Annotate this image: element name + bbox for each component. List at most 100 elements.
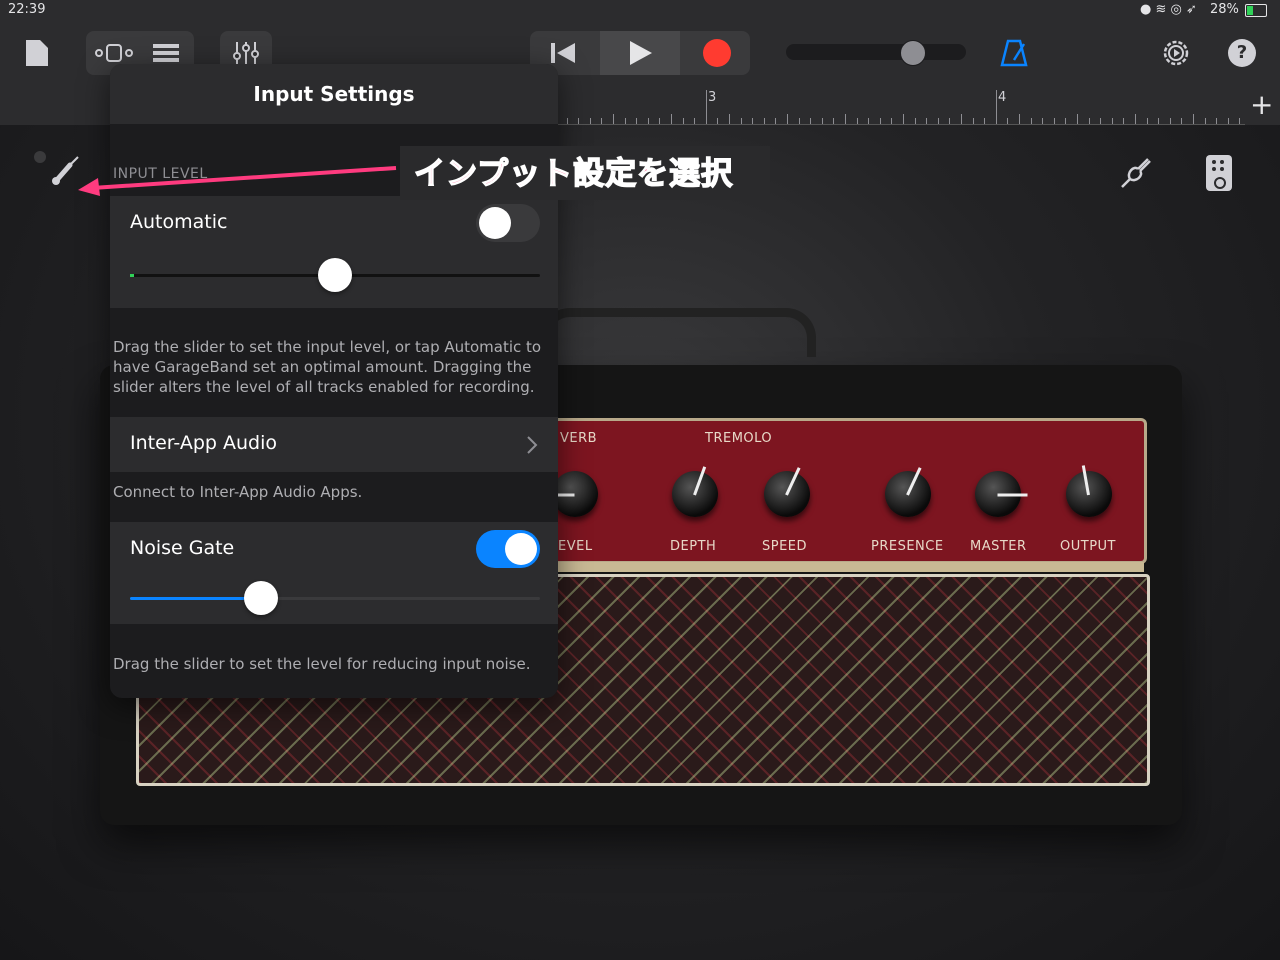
amp-handle [540, 308, 816, 357]
gear-icon [1163, 40, 1189, 66]
ruler-tick [1042, 118, 1044, 124]
status-time: 22:39 [8, 2, 46, 17]
battery-percent: 28% [1210, 2, 1239, 17]
ruler-tick [659, 118, 661, 124]
metronome-button[interactable] [996, 31, 1032, 75]
ruler-tick [879, 118, 881, 124]
pedal-dots [1212, 160, 1216, 164]
noise-gate-label: Noise Gate [130, 537, 235, 559]
ruler-tick [1239, 118, 1241, 124]
noise-gate-slider[interactable] [130, 597, 540, 600]
amp-label-level: EVEL [558, 539, 593, 554]
ruler-tick [1204, 118, 1206, 124]
ruler-tick [775, 118, 777, 124]
automatic-toggle[interactable] [476, 204, 540, 242]
ruler-tick [926, 118, 928, 124]
ruler-tick [949, 118, 951, 124]
timeline-ruler[interactable]: 3 4 [555, 88, 1245, 125]
ruler-tick [671, 114, 672, 124]
battery-icon [1245, 4, 1267, 17]
knob-presence[interactable] [885, 467, 931, 517]
annotation-arrow-icon [78, 166, 397, 196]
input-level-thumb[interactable] [318, 258, 352, 292]
tuning-fork-icon [1121, 158, 1151, 188]
ruler-tick [694, 118, 696, 124]
input-level-note: Drag the slider to set the input level, … [113, 338, 542, 396]
amp-control-panel: VERB TREMOLO EVEL DEPTH SPEED PRESENCE M… [540, 418, 1147, 564]
ruler-tick [1193, 114, 1194, 124]
ruler-tick [1053, 118, 1055, 124]
ruler-tick [1227, 118, 1229, 124]
ruler-tick [1146, 118, 1148, 124]
add-section-button[interactable]: + [1250, 88, 1273, 121]
skip-back-icon [551, 43, 575, 63]
ruler-tick [821, 118, 823, 124]
amp-label-master: MASTER [970, 539, 1027, 554]
ruler-tick [868, 118, 870, 124]
ruler-tick [995, 90, 997, 124]
ruler-tick [613, 114, 614, 124]
tuner-button[interactable] [1116, 155, 1152, 191]
document-icon [26, 40, 48, 66]
ruler-tick [1077, 114, 1078, 124]
ruler-tick [705, 90, 707, 124]
noise-gate-toggle[interactable] [476, 530, 540, 568]
knob-speed[interactable] [764, 467, 810, 517]
ruler-tick [1065, 118, 1067, 124]
noise-gate-section: Noise Gate [110, 522, 558, 624]
ruler-tick [740, 118, 742, 124]
ruler-tick [589, 118, 591, 124]
help-button[interactable]: ? [1224, 31, 1260, 75]
ruler-tick [624, 118, 626, 124]
ruler-tick [717, 118, 719, 124]
settings-button[interactable] [1158, 31, 1194, 75]
ruler-tick [1088, 118, 1090, 124]
ruler-mark-4: 4 [998, 90, 1007, 105]
chevron-right-icon [527, 436, 538, 454]
ruler-tick [833, 118, 835, 124]
stompbox-button[interactable] [1206, 155, 1232, 191]
master-volume-thumb[interactable] [900, 40, 926, 66]
ruler-tick [1123, 118, 1125, 124]
knob-output[interactable] [1066, 465, 1112, 517]
ruler-tick [1007, 118, 1009, 124]
ruler-mark-3: 3 [708, 90, 717, 105]
ruler-tick [1019, 114, 1020, 124]
ruler-tick [752, 118, 754, 124]
input-monitor-dot [34, 151, 46, 163]
record-button[interactable] [684, 31, 750, 75]
ruler-tick [636, 118, 638, 124]
play-button[interactable] [600, 31, 680, 75]
ruler-tick [1158, 118, 1160, 124]
pedal-icon [1214, 177, 1226, 189]
record-icon [703, 39, 731, 67]
ruler-tick [810, 118, 812, 124]
help-icon: ? [1228, 39, 1256, 67]
knob-level[interactable] [544, 471, 598, 517]
knob-master[interactable] [975, 471, 1028, 517]
inter-app-audio-note: Connect to Inter-App Audio Apps. [113, 483, 363, 501]
ruler-tick [798, 118, 800, 124]
ruler-tick [763, 118, 765, 124]
ruler-tick [1135, 114, 1136, 124]
ruler-tick [1181, 118, 1183, 124]
ruler-tick [1216, 118, 1218, 124]
noise-gate-thumb[interactable] [244, 581, 279, 615]
metronome-icon [1000, 39, 1028, 67]
popover-title: Input Settings [110, 64, 558, 124]
ruler-tick [1111, 118, 1113, 124]
noise-gate-note: Drag the slider to set the level for red… [113, 655, 531, 673]
input-level-meter [130, 274, 134, 277]
noise-gate-fill [130, 597, 262, 600]
master-volume-slider[interactable] [786, 40, 966, 66]
ruler-tick [682, 118, 684, 124]
my-songs-button[interactable] [20, 31, 54, 75]
ruler-tick [601, 118, 603, 124]
ruler-tick [729, 114, 730, 124]
ruler-tick [647, 118, 649, 124]
inter-app-audio-row[interactable]: Inter-App Audio [110, 417, 558, 472]
ruler-tick [1169, 118, 1171, 124]
annotation-text: インプット設定を選択 [413, 155, 734, 193]
ruler-tick [937, 118, 939, 124]
knob-depth[interactable] [672, 466, 718, 517]
